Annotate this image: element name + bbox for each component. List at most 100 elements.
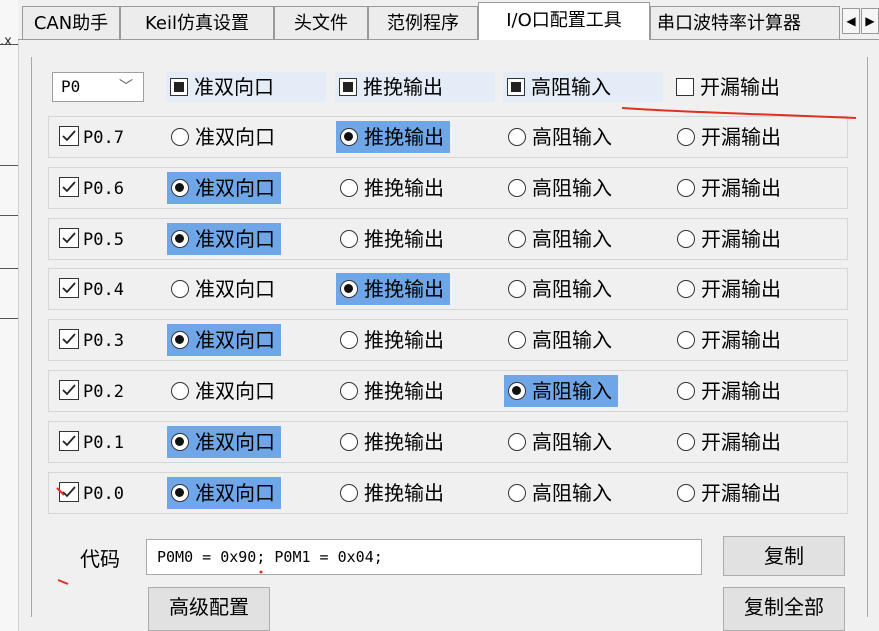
radio-icon bbox=[508, 330, 526, 349]
mode-radio-high-impedance[interactable]: 高阻输入 bbox=[504, 426, 618, 458]
pin-label: P0.4 bbox=[83, 280, 124, 300]
partial-checkbox-icon bbox=[339, 77, 357, 96]
mode-radio-open-drain[interactable]: 开漏输出 bbox=[673, 273, 787, 305]
copy-button[interactable]: 复制 bbox=[723, 536, 845, 576]
pin-enable-checkbox[interactable]: P0.2 bbox=[59, 380, 124, 404]
mode-radio-open-drain[interactable]: 开漏输出 bbox=[673, 375, 787, 407]
radio-icon bbox=[340, 229, 358, 248]
pin-enable-checkbox[interactable]: P0.4 bbox=[59, 278, 124, 302]
tab-bar: CAN助手 Keil仿真设置 头文件 范例程序 I/O口配置工具 串口波特率计算… bbox=[18, 0, 879, 40]
radio-icon bbox=[508, 432, 526, 451]
mode-radio-high-impedance[interactable]: 高阻输入 bbox=[504, 324, 618, 356]
pin-enable-checkbox[interactable]: P0.1 bbox=[59, 431, 124, 455]
chevron-down-icon: ﹀ bbox=[119, 79, 133, 95]
mode-radio-open-drain[interactable]: 开漏输出 bbox=[673, 172, 787, 204]
radio-icon bbox=[677, 178, 695, 197]
radio-selected-icon bbox=[171, 178, 189, 197]
partial-checkbox-icon bbox=[507, 77, 525, 96]
tab-baud-rate-calculator[interactable]: 串口波特率计算器 bbox=[650, 6, 840, 39]
mode-radio-quasi-bidirectional[interactable]: 准双向口 bbox=[167, 324, 281, 356]
radio-icon bbox=[340, 330, 358, 349]
mode-radio-high-impedance[interactable]: 高阻输入 bbox=[504, 172, 618, 204]
pin-enable-checkbox[interactable]: P0.3 bbox=[59, 329, 124, 353]
pin-enable-checkbox[interactable]: P0.0 bbox=[59, 482, 124, 506]
mode-label: 准双向口 bbox=[195, 379, 275, 403]
mode-radio-quasi-bidirectional[interactable]: 准双向口 bbox=[167, 426, 281, 458]
checkmark-icon bbox=[59, 177, 79, 197]
radio-icon bbox=[508, 229, 526, 248]
header-mode-open-drain[interactable]: 开漏输出 bbox=[672, 72, 826, 102]
mode-radio-push-pull[interactable]: 推挽输出 bbox=[336, 121, 450, 153]
header-mode-quasi-bidirectional[interactable]: 准双向口 bbox=[166, 72, 326, 102]
mode-label: 推挽输出 bbox=[364, 176, 444, 200]
pin-row-p0-6: P0.6 准双向口 推挽输出 高阻输入 开漏输出 bbox=[48, 167, 848, 209]
mode-label: 开漏输出 bbox=[701, 176, 781, 200]
mode-radio-push-pull[interactable]: 推挽输出 bbox=[336, 426, 450, 458]
mode-radio-open-drain[interactable]: 开漏输出 bbox=[673, 121, 787, 153]
checkmark-icon bbox=[59, 482, 79, 502]
mode-radio-push-pull[interactable]: 推挽输出 bbox=[336, 324, 450, 356]
radio-selected-icon bbox=[340, 279, 358, 298]
radio-icon bbox=[677, 279, 695, 298]
mode-radio-high-impedance[interactable]: 高阻输入 bbox=[504, 477, 618, 509]
mode-radio-open-drain[interactable]: 开漏输出 bbox=[673, 477, 787, 509]
tab-io-config-tool[interactable]: I/O口配置工具 bbox=[478, 2, 650, 40]
mode-label: 开漏输出 bbox=[701, 379, 781, 403]
mode-radio-push-pull[interactable]: 推挽输出 bbox=[336, 273, 450, 305]
code-output-field[interactable]: P0M0 = 0x90; P0M1 = 0x04; bbox=[146, 539, 702, 575]
checkmark-icon bbox=[59, 278, 79, 298]
radio-selected-icon bbox=[171, 229, 189, 248]
tab-can-helper[interactable]: CAN助手 bbox=[22, 6, 120, 39]
mode-radio-high-impedance[interactable]: 高阻输入 bbox=[504, 375, 618, 407]
mode-radio-quasi-bidirectional[interactable]: 准双向口 bbox=[167, 375, 281, 407]
mode-radio-high-impedance[interactable]: 高阻输入 bbox=[504, 121, 618, 153]
mode-radio-high-impedance[interactable]: 高阻输入 bbox=[504, 273, 618, 305]
tab-header-files[interactable]: 头文件 bbox=[274, 6, 368, 39]
radio-selected-icon bbox=[508, 381, 526, 400]
tab-scroll-right-icon[interactable]: ▶ bbox=[861, 8, 879, 34]
mode-radio-quasi-bidirectional[interactable]: 准双向口 bbox=[167, 477, 281, 509]
mode-radio-open-drain[interactable]: 开漏输出 bbox=[673, 223, 787, 255]
port-mode-header-row: P0 ﹀ 准双向口 推挽输出 高阻输入 开漏输出 bbox=[48, 68, 848, 110]
pin-label: P0.5 bbox=[83, 230, 124, 250]
mode-radio-push-pull[interactable]: 推挽输出 bbox=[336, 172, 450, 204]
copy-all-button[interactable]: 复制全部 bbox=[723, 587, 845, 631]
pin-enable-checkbox[interactable]: P0.6 bbox=[59, 177, 124, 201]
pin-row-p0-2: P0.2 准双向口 推挽输出 高阻输入 开漏输出 bbox=[48, 370, 848, 412]
radio-icon bbox=[340, 178, 358, 197]
mode-radio-open-drain[interactable]: 开漏输出 bbox=[673, 426, 787, 458]
header-mode-push-pull[interactable]: 推挽输出 bbox=[335, 72, 495, 102]
pin-enable-checkbox[interactable]: P0.5 bbox=[59, 228, 124, 252]
radio-icon bbox=[340, 483, 358, 502]
mode-radio-quasi-bidirectional[interactable]: 准双向口 bbox=[167, 121, 281, 153]
mode-label: 推挽输出 bbox=[364, 277, 444, 301]
tab-keil-simulation[interactable]: Keil仿真设置 bbox=[120, 6, 274, 39]
left-edge-fragment: .x bbox=[0, 34, 12, 49]
mode-label: 高阻输入 bbox=[532, 481, 612, 505]
port-select[interactable]: P0 ﹀ bbox=[52, 72, 144, 102]
tab-example-programs[interactable]: 范例程序 bbox=[368, 6, 478, 39]
pin-row-p0-5: P0.5 准双向口 推挽输出 高阻输入 开漏输出 bbox=[48, 218, 848, 260]
mode-radio-push-pull[interactable]: 推挽输出 bbox=[336, 223, 450, 255]
mode-radio-high-impedance[interactable]: 高阻输入 bbox=[504, 223, 618, 255]
radio-icon bbox=[508, 279, 526, 298]
mode-radio-quasi-bidirectional[interactable]: 准双向口 bbox=[167, 273, 281, 305]
mode-radio-push-pull[interactable]: 推挽输出 bbox=[336, 375, 450, 407]
header-mode-high-impedance[interactable]: 高阻输入 bbox=[503, 72, 663, 102]
mode-radio-quasi-bidirectional[interactable]: 准双向口 bbox=[167, 223, 281, 255]
checkbox-icon bbox=[676, 77, 694, 96]
divider bbox=[0, 268, 18, 269]
mode-label: 开漏输出 bbox=[701, 277, 781, 301]
advanced-config-button[interactable]: 高级配置 bbox=[148, 587, 270, 631]
mode-radio-open-drain[interactable]: 开漏输出 bbox=[673, 324, 787, 356]
mode-label: 准双向口 bbox=[195, 430, 275, 454]
tab-scroll-left-icon[interactable]: ◀ bbox=[842, 8, 860, 34]
mode-label: 开漏输出 bbox=[701, 125, 781, 149]
mode-radio-quasi-bidirectional[interactable]: 准双向口 bbox=[167, 172, 281, 204]
mode-label: 开漏输出 bbox=[701, 430, 781, 454]
port-select-value: P0 bbox=[61, 77, 81, 96]
radio-icon bbox=[677, 483, 695, 502]
radio-selected-icon bbox=[171, 483, 189, 502]
pin-enable-checkbox[interactable]: P0.7 bbox=[59, 126, 124, 150]
mode-radio-push-pull[interactable]: 推挽输出 bbox=[336, 477, 450, 509]
